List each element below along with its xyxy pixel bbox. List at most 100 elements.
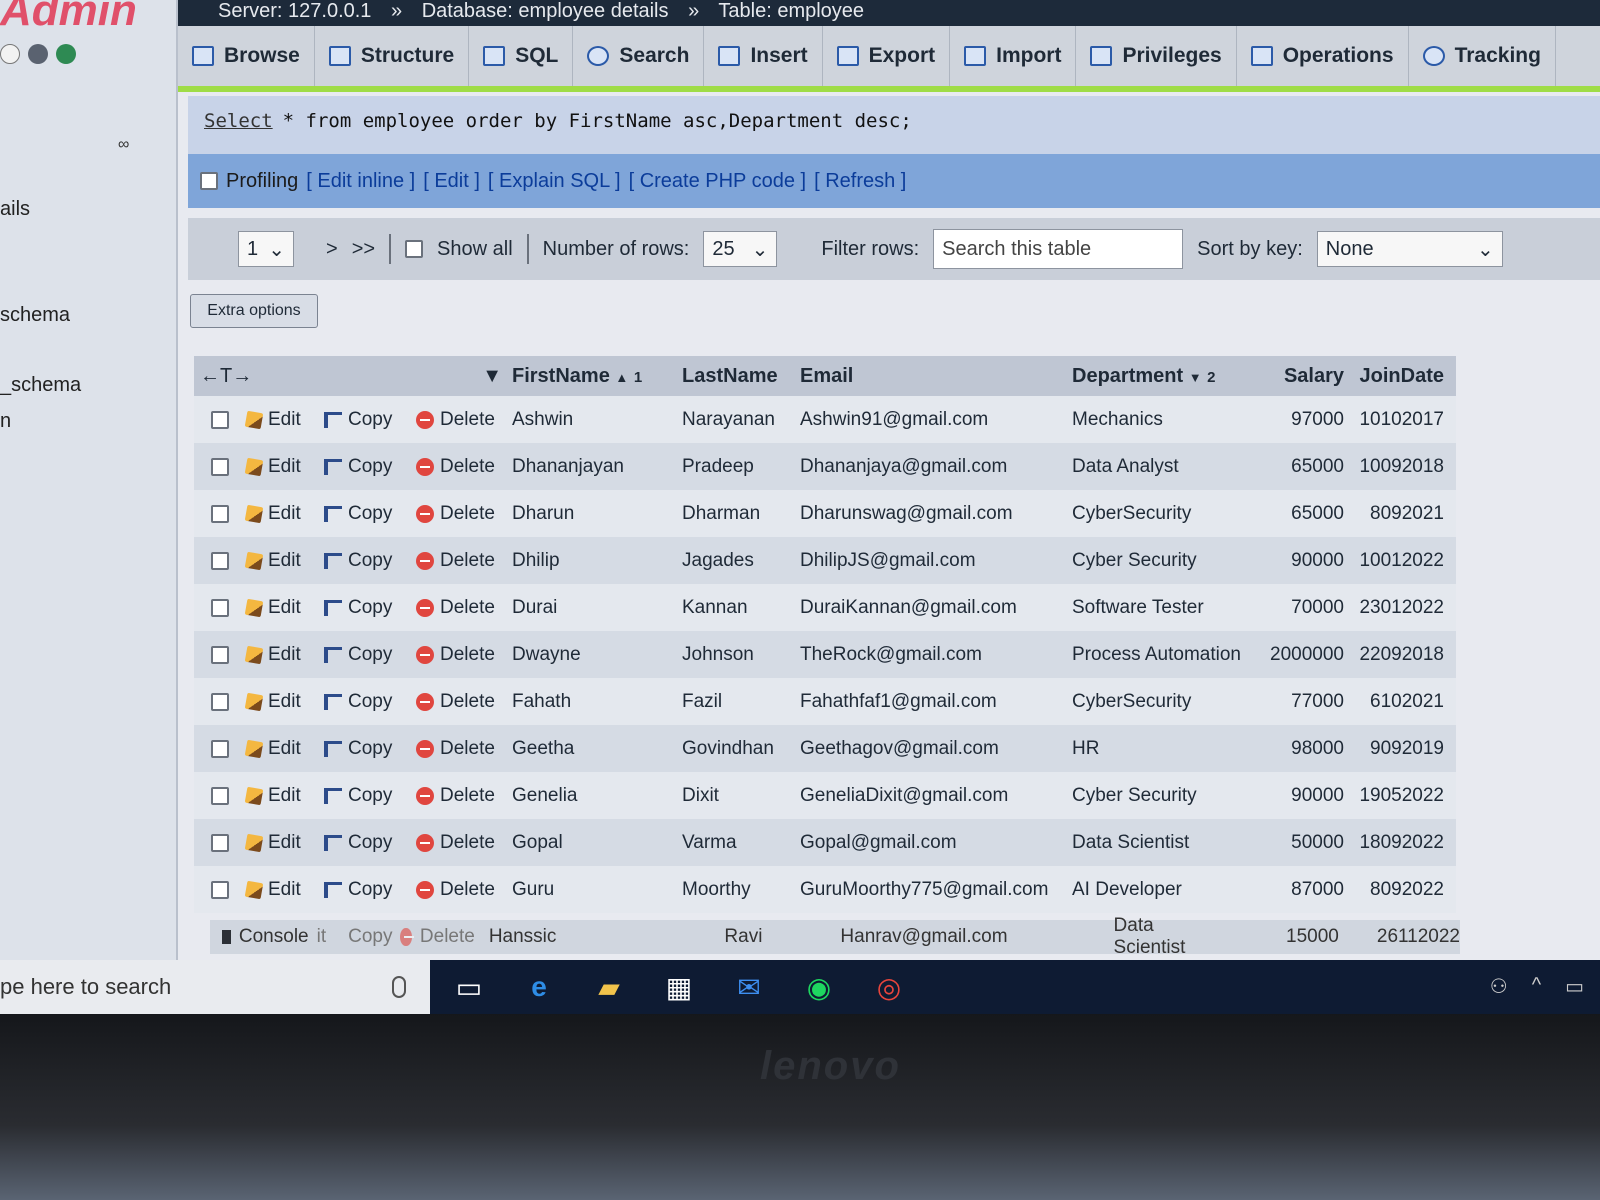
nav-item-schema-2[interactable]: _schema bbox=[0, 374, 81, 397]
edit-button[interactable]: Edit bbox=[244, 785, 324, 807]
extra-options-button[interactable]: Extra options bbox=[190, 294, 318, 328]
edge-icon[interactable]: e bbox=[518, 966, 560, 1008]
sql-keyword-link[interactable]: Select bbox=[204, 110, 273, 132]
store-icon[interactable]: ▦ bbox=[658, 966, 700, 1008]
filter-input[interactable]: Search this table bbox=[933, 229, 1184, 269]
copy-button[interactable]: Copy bbox=[324, 503, 416, 525]
delete-button[interactable]: Delete bbox=[416, 409, 512, 431]
file-explorer-icon[interactable]: ▰ bbox=[588, 966, 630, 1008]
copy-button[interactable]: Copy bbox=[324, 879, 416, 901]
copy-button[interactable]: Copy bbox=[324, 550, 416, 572]
row-checkbox[interactable] bbox=[211, 598, 229, 617]
delete-button[interactable]: Delete bbox=[416, 691, 512, 713]
header-salary[interactable]: Salary bbox=[1260, 365, 1344, 388]
delete-button[interactable]: Delete bbox=[416, 738, 512, 760]
edit-button[interactable]: Edit bbox=[244, 409, 324, 431]
edit-button[interactable]: Edit bbox=[244, 597, 324, 619]
copy-button[interactable]: Copy bbox=[324, 456, 416, 478]
page-icon[interactable] bbox=[0, 44, 20, 64]
delete-button[interactable]: Delete bbox=[416, 785, 512, 807]
delete-button[interactable]: Delete bbox=[416, 832, 512, 854]
create-php-code-link[interactable]: [ Create PHP code ] bbox=[629, 170, 807, 193]
edit-partial[interactable]: it bbox=[317, 926, 327, 948]
column-arrows[interactable]: ←T→ bbox=[200, 365, 252, 388]
copy-button[interactable]: Copy bbox=[324, 832, 416, 854]
row-checkbox[interactable] bbox=[211, 739, 229, 758]
tab-search[interactable]: Search bbox=[573, 26, 705, 86]
link-icon[interactable]: ∞ bbox=[118, 136, 129, 154]
tab-import[interactable]: Import bbox=[950, 26, 1077, 86]
console-button[interactable]: Console bbox=[239, 926, 309, 948]
row-checkbox[interactable] bbox=[211, 457, 229, 476]
last-page-button[interactable]: >> bbox=[352, 238, 375, 261]
tab-privileges[interactable]: Privileges bbox=[1076, 26, 1237, 86]
edit-button[interactable]: Edit bbox=[244, 550, 324, 572]
chrome-icon[interactable]: ◎ bbox=[868, 966, 910, 1008]
row-checkbox[interactable] bbox=[211, 504, 229, 523]
header-firstname[interactable]: FirstName ▲ 1 bbox=[512, 365, 682, 388]
edit-button[interactable]: Edit bbox=[244, 879, 324, 901]
edit-button[interactable]: Edit bbox=[244, 738, 324, 760]
header-lastname[interactable]: LastName bbox=[682, 365, 800, 388]
row-checkbox[interactable] bbox=[211, 833, 229, 852]
sort-caret-icon[interactable]: ▼ bbox=[482, 365, 502, 388]
delete-button[interactable]: Delete bbox=[416, 879, 512, 901]
delete-button[interactable]: Delete bbox=[416, 456, 512, 478]
edit-button[interactable]: Edit bbox=[244, 644, 324, 666]
chevron-up-icon[interactable]: ^ bbox=[1532, 974, 1541, 999]
copy-partial[interactable]: Copy bbox=[348, 926, 392, 948]
header-department[interactable]: Department ▼ 2 bbox=[1072, 365, 1260, 388]
mail-icon[interactable]: ✉ bbox=[728, 966, 770, 1008]
explain-sql-link[interactable]: [ Explain SQL ] bbox=[488, 170, 621, 193]
delete-button[interactable]: Delete bbox=[416, 644, 512, 666]
nav-item-schema[interactable]: schema bbox=[0, 304, 70, 327]
copy-button[interactable]: Copy bbox=[324, 644, 416, 666]
copy-button[interactable]: Copy bbox=[324, 691, 416, 713]
row-checkbox[interactable] bbox=[211, 410, 229, 429]
tab-operations[interactable]: Operations bbox=[1237, 26, 1409, 86]
task-view-icon[interactable]: ▭ bbox=[448, 966, 490, 1008]
edit-inline-link[interactable]: [ Edit inline ] bbox=[306, 170, 415, 193]
refresh-link[interactable]: [ Refresh ] bbox=[814, 170, 906, 193]
copy-button[interactable]: Copy bbox=[324, 785, 416, 807]
show-all-checkbox[interactable] bbox=[405, 240, 424, 258]
tab-export[interactable]: Export bbox=[823, 26, 951, 86]
edit-button[interactable]: Edit bbox=[244, 691, 324, 713]
taskbar-search-box[interactable]: pe here to search bbox=[0, 960, 430, 1014]
row-checkbox[interactable] bbox=[211, 551, 229, 570]
tab-sql[interactable]: SQL bbox=[469, 26, 574, 86]
page-select[interactable]: 1 ⌄ bbox=[238, 231, 294, 267]
people-icon[interactable]: ⚇ bbox=[1490, 974, 1508, 999]
edit-button[interactable]: Edit bbox=[244, 832, 324, 854]
edit-button[interactable]: Edit bbox=[244, 503, 324, 525]
tab-insert[interactable]: Insert bbox=[704, 26, 823, 86]
next-page-button[interactable]: > bbox=[326, 238, 338, 261]
row-checkbox[interactable] bbox=[211, 880, 229, 899]
microphone-icon[interactable] bbox=[392, 976, 406, 998]
column-resize-header[interactable]: ←T→ ▼ bbox=[194, 365, 512, 388]
nav-item-details[interactable]: ails bbox=[0, 198, 30, 221]
delete-button[interactable]: Delete bbox=[416, 550, 512, 572]
spotify-icon[interactable]: ◉ bbox=[798, 966, 840, 1008]
delete-button[interactable]: Delete bbox=[416, 503, 512, 525]
edit-link[interactable]: [ Edit ] bbox=[423, 170, 480, 193]
battery-icon[interactable]: ▭ bbox=[1565, 974, 1584, 999]
nav-item-n[interactable]: n bbox=[0, 410, 11, 433]
breadcrumb-server[interactable]: Server: 127.0.0.1 bbox=[218, 0, 371, 22]
copy-button[interactable]: Copy bbox=[324, 409, 416, 431]
tab-structure[interactable]: Structure bbox=[315, 26, 470, 86]
copy-button[interactable]: Copy bbox=[324, 597, 416, 619]
row-checkbox[interactable] bbox=[211, 692, 229, 711]
delete-button[interactable]: Delete bbox=[416, 597, 512, 619]
delete-partial[interactable]: Delete bbox=[420, 926, 475, 948]
profiling-checkbox[interactable] bbox=[200, 172, 218, 190]
rows-select[interactable]: 25 ⌄ bbox=[703, 231, 778, 267]
tab-browse[interactable]: Browse bbox=[178, 26, 315, 86]
edit-button[interactable]: Edit bbox=[244, 456, 324, 478]
breadcrumb-database[interactable]: Database: employee details bbox=[422, 0, 669, 22]
tab-tracking[interactable]: Tracking bbox=[1409, 26, 1556, 86]
breadcrumb-table[interactable]: Table: employee bbox=[718, 0, 864, 22]
copy-button[interactable]: Copy bbox=[324, 738, 416, 760]
header-email[interactable]: Email bbox=[800, 365, 1072, 388]
header-joindate[interactable]: JoinDate bbox=[1344, 365, 1450, 388]
